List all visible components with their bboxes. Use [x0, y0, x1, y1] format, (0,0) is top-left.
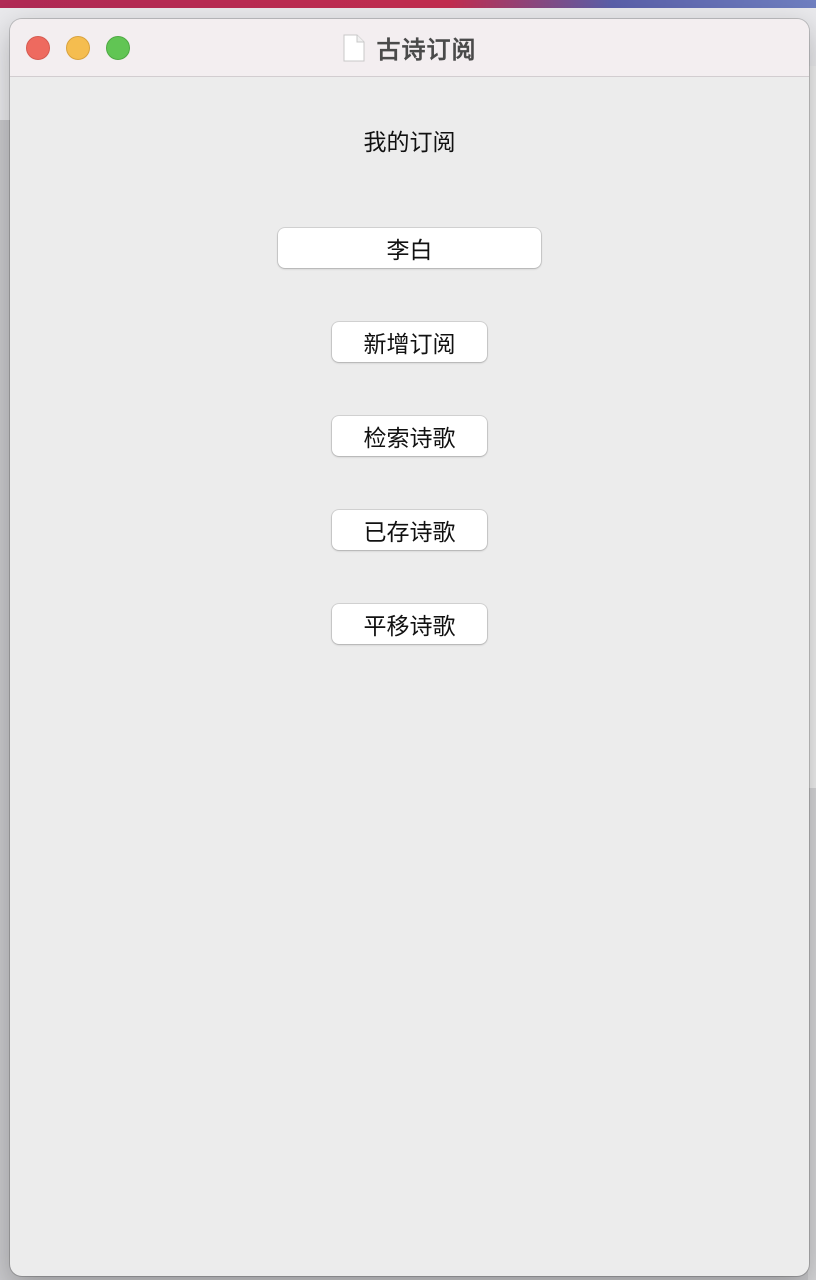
title-bar: 古诗订阅	[10, 19, 809, 77]
search-poems-button[interactable]: 检索诗歌	[332, 416, 487, 456]
main-content: 我的订阅 李白 新增订阅 检索诗歌 已存诗歌 平移诗歌	[10, 77, 809, 1276]
background-window-edge-lower	[808, 788, 816, 1280]
subscriptions-heading: 我的订阅	[363, 130, 456, 156]
background-window-edge	[808, 66, 816, 788]
app-window: 古诗订阅 我的订阅 李白 新增订阅 检索诗歌 已存诗歌 平移诗歌	[10, 19, 809, 1276]
window-title: 古诗订阅	[376, 36, 477, 64]
new-subscription-button[interactable]: 新增订阅	[332, 322, 487, 362]
shift-poems-button[interactable]: 平移诗歌	[332, 604, 487, 644]
subscription-button-li-bai[interactable]: 李白	[278, 228, 541, 268]
document-icon	[343, 34, 365, 62]
window-title-group: 古诗订阅	[10, 19, 809, 76]
saved-poems-button[interactable]: 已存诗歌	[332, 510, 487, 550]
